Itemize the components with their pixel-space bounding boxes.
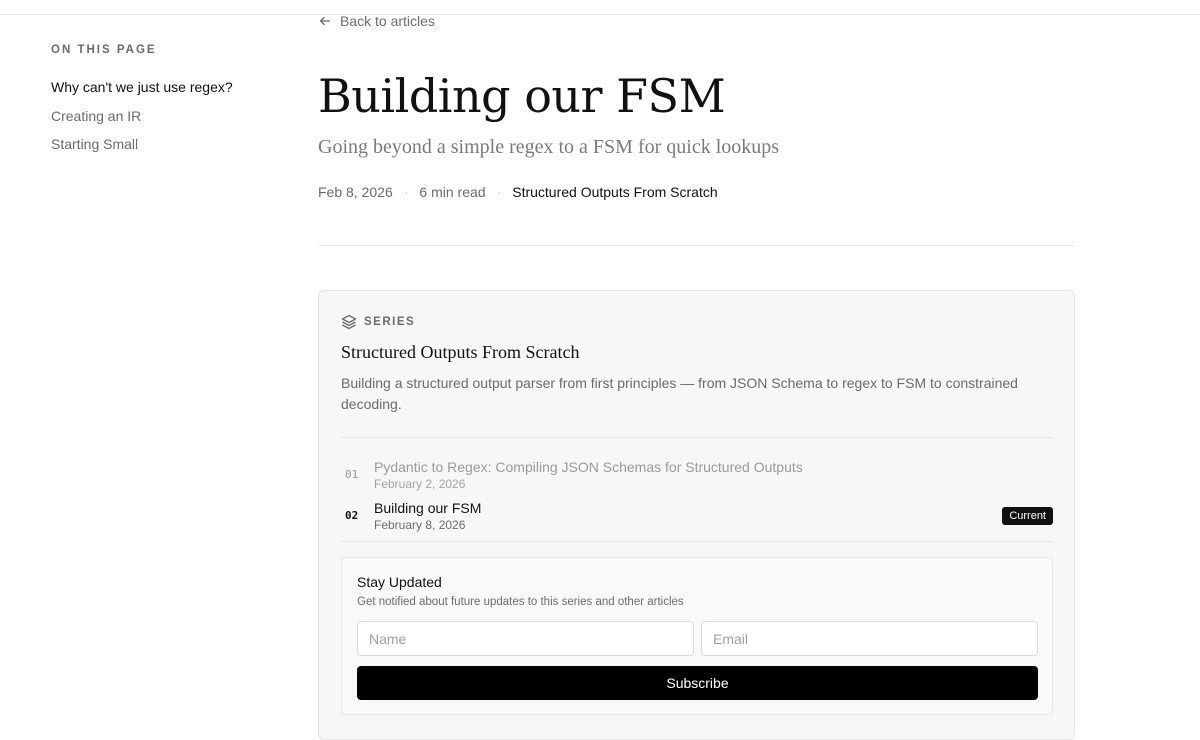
top-bar (0, 0, 1200, 15)
toc-item-creating-ir[interactable]: Creating an IR (51, 106, 281, 135)
series-item-number: 02 (345, 509, 359, 522)
subscribe-form: Stay Updated Get notified about future u… (341, 557, 1053, 715)
article-meta: Feb 8, 2026 · 6 min read · Structured Ou… (318, 182, 718, 202)
read-time: 6 min read (419, 184, 486, 200)
toc-item-starting-small[interactable]: Starting Small (51, 134, 281, 163)
series-item-title: Building our FSM (374, 500, 482, 516)
series-divider (341, 541, 1053, 542)
layers-icon (341, 314, 357, 330)
article-title: Building our FSM (318, 69, 726, 123)
name-input[interactable] (357, 621, 694, 656)
back-to-articles-link[interactable]: Back to articles (318, 12, 435, 30)
current-badge: Current (1002, 507, 1053, 525)
article-subtitle: Going beyond a simple regex to a FSM for… (318, 136, 780, 158)
toc-list: Why can't we just use regex? Creating an… (51, 77, 281, 163)
series-item-title: Pydantic to Regex: Compiling JSON Schema… (374, 459, 803, 475)
arrow-left-icon (319, 16, 331, 26)
subscribe-button[interactable]: Subscribe (357, 666, 1038, 700)
meta-separator: · (496, 184, 502, 200)
series-item-date: February 2, 2026 (374, 477, 466, 491)
series-item-number: 01 (345, 468, 359, 481)
header-divider (318, 245, 1075, 246)
series-label-text: SERIES (364, 316, 416, 328)
article-date: Feb 8, 2026 (318, 184, 393, 200)
series-label: SERIES (341, 313, 415, 331)
series-item-02[interactable]: 02 Building our FSM February 8, 2026 Cur… (341, 500, 1053, 536)
email-input[interactable] (701, 621, 1038, 656)
table-of-contents: ON THIS PAGE Why can't we just use regex… (51, 44, 281, 163)
series-item-01[interactable]: 01 Pydantic to Regex: Compiling JSON Sch… (341, 459, 1053, 495)
subscribe-title: Stay Updated (357, 574, 442, 590)
series-description: Building a structured output parser from… (341, 375, 1018, 412)
series-divider (341, 437, 1053, 438)
series-link[interactable]: Structured Outputs From Scratch (512, 184, 717, 200)
series-item-date: February 8, 2026 (374, 518, 466, 532)
toc-heading: ON THIS PAGE (51, 44, 157, 56)
meta-separator: · (403, 184, 409, 200)
back-link-label: Back to articles (340, 13, 435, 29)
series-card: SERIES Structured Outputs From Scratch B… (318, 290, 1075, 740)
subscribe-description: Get notified about future updates to thi… (357, 596, 684, 608)
series-title: Structured Outputs From Scratch (341, 342, 580, 362)
toc-item-why-not-regex[interactable]: Why can't we just use regex? (51, 77, 281, 106)
